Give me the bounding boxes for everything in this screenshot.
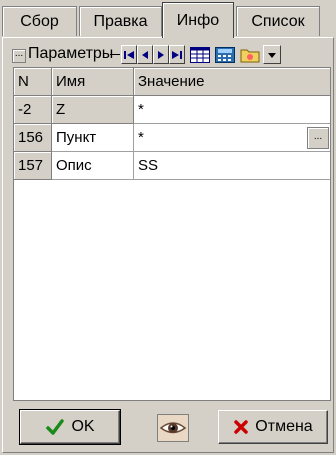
tab-spisok[interactable]: Список bbox=[236, 6, 320, 36]
grid-header: N Имя Значение bbox=[14, 68, 330, 96]
next-record-icon bbox=[158, 50, 164, 59]
row-number: 157 bbox=[14, 152, 52, 180]
row-number: 156 bbox=[14, 124, 52, 152]
nav-prev-button[interactable] bbox=[137, 45, 153, 64]
nav-next-button[interactable] bbox=[153, 45, 169, 64]
tab-info[interactable]: Инфо bbox=[162, 2, 234, 38]
cancel-button[interactable]: Отмена bbox=[218, 410, 328, 444]
column-header-name[interactable]: Имя bbox=[52, 68, 134, 96]
last-record-icon bbox=[172, 50, 182, 59]
chevron-down-icon bbox=[268, 52, 276, 58]
calculator-icon bbox=[215, 46, 235, 63]
column-header-value[interactable]: Значение bbox=[134, 68, 330, 96]
check-icon bbox=[46, 419, 65, 435]
row-value: SS bbox=[138, 157, 159, 174]
parameters-grid: N Имя Значение -2 Z * 156 Пункт * ... 15… bbox=[13, 67, 331, 401]
divider bbox=[110, 54, 120, 55]
row-name: Опис bbox=[52, 152, 134, 180]
tab-strip: Сбор Правка Инфо Список bbox=[0, 0, 336, 38]
tab-pravka[interactable]: Правка bbox=[79, 6, 162, 36]
table-icon bbox=[190, 46, 210, 63]
cross-icon bbox=[234, 420, 249, 434]
table-view-button[interactable] bbox=[188, 45, 212, 64]
row-value-cell[interactable]: SS bbox=[134, 152, 330, 180]
table-row[interactable]: 156 Пункт * ... bbox=[14, 124, 330, 152]
row-value-cell[interactable]: * ... bbox=[134, 124, 330, 152]
prev-record-icon bbox=[142, 50, 148, 59]
column-header-n[interactable]: N bbox=[14, 68, 52, 96]
folder-icon bbox=[240, 49, 260, 62]
row-number: -2 bbox=[14, 96, 52, 124]
nav-first-button[interactable] bbox=[121, 45, 137, 64]
eye-button[interactable] bbox=[157, 414, 189, 442]
tab-sbor[interactable]: Сбор bbox=[2, 6, 77, 36]
parameters-toolbar: ... Параметры bbox=[12, 43, 332, 65]
parameters-menu-button[interactable]: ... bbox=[12, 49, 26, 63]
nav-last-button[interactable] bbox=[169, 45, 185, 64]
row-value: * bbox=[138, 129, 144, 146]
value-ellipsis-button[interactable]: ... bbox=[307, 127, 329, 149]
eye-icon bbox=[158, 415, 188, 441]
folder-button[interactable] bbox=[238, 45, 262, 64]
toolbar-dropdown-button[interactable] bbox=[263, 45, 281, 64]
table-row[interactable]: -2 Z * bbox=[14, 96, 330, 124]
row-value: * bbox=[138, 101, 144, 118]
first-record-icon bbox=[124, 50, 134, 59]
calculator-button[interactable] bbox=[213, 45, 237, 64]
dialog-buttons: OK Отмена bbox=[12, 404, 332, 452]
row-name: Пункт bbox=[52, 124, 134, 152]
ok-button[interactable]: OK bbox=[19, 409, 121, 445]
parameters-label: Параметры bbox=[28, 45, 114, 62]
row-value-cell[interactable]: * bbox=[134, 96, 330, 124]
row-name: Z bbox=[52, 96, 134, 124]
table-row[interactable]: 157 Опис SS bbox=[14, 152, 330, 180]
